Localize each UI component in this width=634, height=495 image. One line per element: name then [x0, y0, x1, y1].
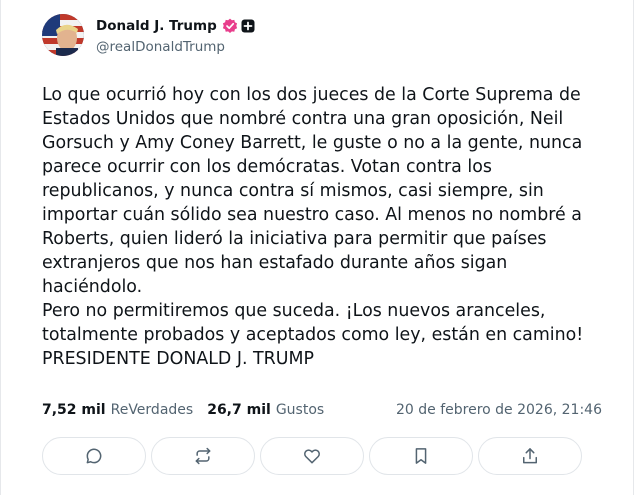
reposts-count[interactable]: 7,52 mil: [42, 402, 106, 418]
post-card: Donald J. Trump @realDonaldTrump Lo que …: [0, 0, 634, 495]
reposts-label[interactable]: ReVerdades: [111, 402, 194, 418]
author-handle[interactable]: @realDonaldTrump: [96, 39, 255, 55]
author-info: Donald J. Trump @realDonaldTrump: [96, 16, 255, 55]
share-button[interactable]: [478, 437, 582, 475]
reply-icon: [86, 448, 102, 464]
plus-badge-icon: [241, 19, 255, 32]
post-date[interactable]: 20 de febrero de 2026, 21:46: [396, 402, 602, 418]
post-header: Donald J. Trump @realDonaldTrump: [42, 14, 255, 56]
bookmark-button[interactable]: [369, 437, 473, 475]
name-row: Donald J. Trump: [96, 16, 255, 36]
share-icon: [523, 448, 537, 464]
like-button[interactable]: [260, 437, 364, 475]
reply-button[interactable]: [42, 437, 146, 475]
verified-badge-icon: [222, 18, 237, 33]
repost-icon: [195, 447, 211, 465]
author-name[interactable]: Donald J. Trump: [96, 18, 217, 34]
avatar-image: [42, 14, 84, 56]
avatar[interactable]: [42, 14, 84, 56]
post-text: Lo que ocurrió hoy con los dos jueces de…: [42, 85, 584, 369]
likes-label[interactable]: Gustos: [276, 402, 324, 418]
repost-button[interactable]: [151, 437, 255, 475]
action-bar: [42, 437, 582, 475]
likes-count[interactable]: 26,7 mil: [207, 402, 271, 418]
bookmark-icon: [415, 448, 427, 464]
heart-icon: [304, 449, 320, 464]
post-stats: 7,52 mil ReVerdades 26,7 mil Gustos 20 d…: [42, 400, 602, 420]
